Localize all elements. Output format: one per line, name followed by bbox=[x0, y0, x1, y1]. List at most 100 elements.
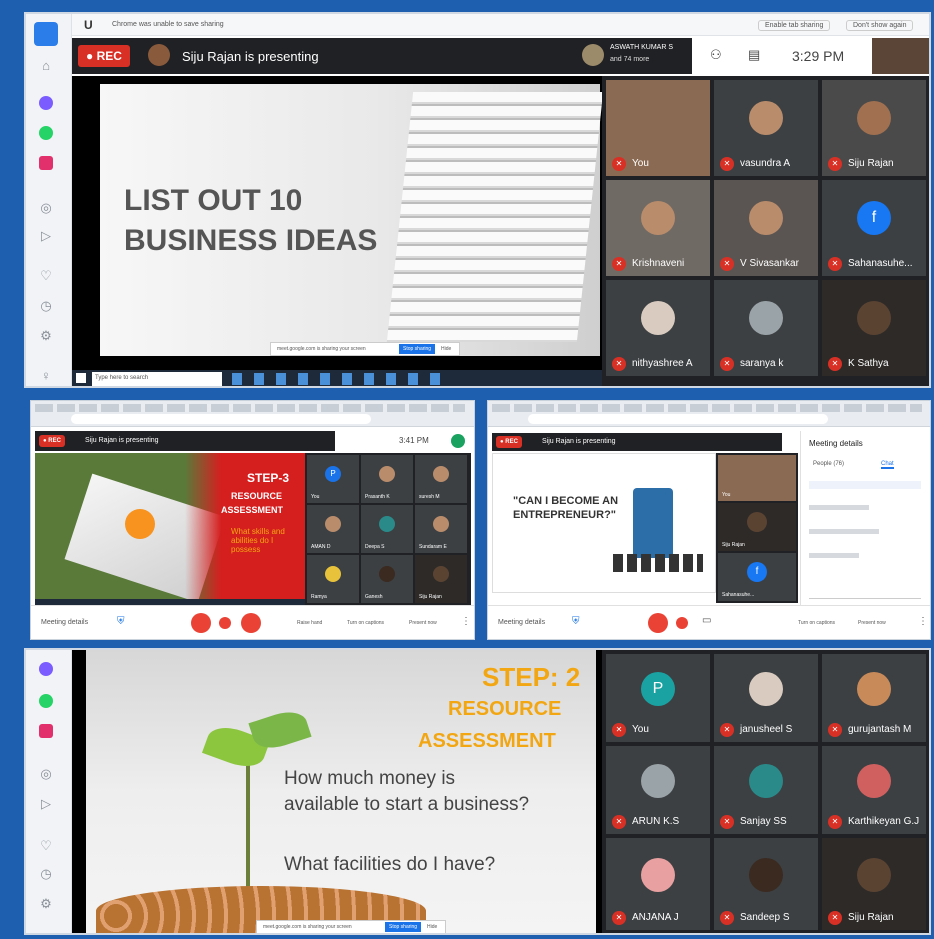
chat-toggle-row bbox=[809, 481, 921, 489]
slide-body: What skills and abilities do I possess bbox=[231, 527, 285, 554]
target-icon[interactable]: ◎ bbox=[38, 200, 54, 216]
mic-off-icon: ✕ bbox=[828, 815, 842, 829]
participant-avatar bbox=[747, 512, 767, 533]
chat-icon[interactable]: ▤ bbox=[748, 47, 760, 63]
mic-off-icon: ✕ bbox=[828, 257, 842, 271]
rec-indicator: ● REC bbox=[496, 436, 522, 448]
whatsapp-icon[interactable] bbox=[39, 126, 53, 140]
address-bar[interactable] bbox=[71, 414, 371, 424]
windows-start-icon[interactable] bbox=[76, 373, 86, 383]
home-icon[interactable]: ⌂ bbox=[38, 58, 54, 74]
participant-tile: f Sahanasuhe... bbox=[718, 553, 796, 601]
sharing-notice-bar: meet.google.com is sharing your screen S… bbox=[256, 920, 446, 933]
participant-tile: ✕ V Sivasankar bbox=[714, 180, 818, 276]
participant-avatar bbox=[749, 101, 783, 136]
taskbar-search[interactable]: Type here to search bbox=[92, 372, 222, 386]
speaker-illustration bbox=[633, 488, 673, 558]
slide-heading: STEP: 2 bbox=[482, 662, 581, 692]
settings-icon[interactable]: ⚙ bbox=[38, 328, 54, 344]
participant-avatar bbox=[749, 857, 783, 892]
slide-canvas: STEP: 2 RESOURCE ASSESSMENT How much mon… bbox=[86, 650, 596, 933]
clock-icon[interactable]: ◷ bbox=[38, 866, 54, 882]
participants-icon[interactable]: ⚇ bbox=[710, 47, 722, 63]
participant-tile: ✕ gurujantash M bbox=[822, 654, 926, 742]
more-options-icon[interactable]: ⋮ bbox=[918, 616, 928, 627]
play-icon[interactable]: ▷ bbox=[38, 228, 54, 244]
meet-logo-icon: U bbox=[84, 18, 93, 32]
meeting-details-button[interactable]: Meeting details bbox=[498, 619, 545, 626]
mic-off-icon: ✕ bbox=[612, 815, 626, 829]
paper-stack-image bbox=[386, 92, 602, 342]
others-name: ASWATH KUMAR S bbox=[610, 44, 674, 51]
participant-avatar bbox=[325, 516, 341, 533]
participant-name: ARUN K.S bbox=[632, 816, 680, 827]
participant-avatar bbox=[857, 672, 891, 707]
shared-slide: LIST OUT 10 BUSINESS IDEAS meet.google.c… bbox=[72, 76, 602, 372]
settings-icon[interactable]: ⚙ bbox=[38, 896, 54, 912]
present-now-button[interactable]: Present now bbox=[409, 620, 437, 626]
presenter-text: Siju Rajan is presenting bbox=[182, 49, 319, 64]
camera-icon[interactable]: ▭ bbox=[702, 615, 711, 626]
participant-tile: Deepa S bbox=[361, 505, 413, 553]
lightbulb-icon[interactable]: ♀ bbox=[38, 368, 54, 384]
heart-icon[interactable]: ♡ bbox=[38, 838, 54, 854]
leave-call-button[interactable] bbox=[676, 617, 688, 629]
mid-left-screenshot: ● REC Siju Rajan is presenting 3:41 PM S… bbox=[30, 400, 475, 640]
slide-title-line2: BUSINESS IDEAS bbox=[124, 224, 378, 257]
address-bar[interactable] bbox=[528, 414, 828, 424]
mic-toggle-button[interactable] bbox=[648, 613, 668, 633]
participant-grid: P You Prasanth K suresh M AMAN D Deepa S … bbox=[305, 453, 471, 607]
mic-off-icon: ✕ bbox=[720, 911, 734, 925]
more-options-icon[interactable]: ⋮ bbox=[461, 616, 471, 627]
participant-avatar bbox=[857, 764, 891, 799]
stop-sharing-button[interactable]: Stop sharing bbox=[399, 344, 436, 354]
participant-avatar bbox=[433, 466, 449, 483]
browser-tabs bbox=[35, 404, 465, 412]
heart-icon[interactable]: ♡ bbox=[38, 268, 54, 284]
participant-avatar bbox=[749, 672, 783, 707]
others-avatar bbox=[582, 44, 604, 66]
captions-button[interactable]: Turn on captions bbox=[798, 620, 835, 626]
enable-tab-sharing-button[interactable]: Enable tab sharing bbox=[758, 20, 831, 31]
participant-name: saranya k bbox=[740, 358, 784, 369]
hide-button[interactable]: Hide bbox=[427, 924, 437, 930]
panel-title: Meeting details bbox=[809, 439, 863, 448]
participant-avatar bbox=[379, 516, 395, 533]
people-tab[interactable]: People (76) bbox=[813, 461, 844, 467]
participant-name: suresh M bbox=[419, 494, 440, 500]
avatar-letter: P bbox=[641, 672, 675, 707]
mic-off-icon: ✕ bbox=[612, 157, 626, 171]
chat-input[interactable] bbox=[809, 591, 921, 599]
windows-taskbar: Type here to search bbox=[72, 370, 602, 386]
play-icon[interactable]: ▷ bbox=[38, 796, 54, 812]
captions-button[interactable]: Turn on captions bbox=[347, 620, 384, 626]
mic-off-icon: ✕ bbox=[720, 157, 734, 171]
app-logo[interactable] bbox=[34, 22, 58, 46]
leave-call-button[interactable] bbox=[219, 617, 231, 629]
hide-button[interactable]: Hide bbox=[441, 346, 451, 352]
stop-sharing-button[interactable]: Stop sharing bbox=[385, 922, 422, 932]
chat-message bbox=[809, 553, 859, 558]
meeting-details-button[interactable]: Meeting details bbox=[41, 619, 88, 626]
participant-tile: f ✕ Sahanasuhe... bbox=[822, 180, 926, 276]
instagram-icon[interactable] bbox=[39, 724, 53, 738]
slide-sub2: ASSESSMENT bbox=[221, 505, 284, 515]
present-now-button[interactable]: Present now bbox=[858, 620, 886, 626]
mic-toggle-button[interactable] bbox=[191, 613, 211, 633]
self-avatar bbox=[451, 434, 465, 448]
whatsapp-icon[interactable] bbox=[39, 694, 53, 708]
browser-tab-bar bbox=[488, 401, 930, 427]
camera-toggle-button[interactable] bbox=[241, 613, 261, 633]
target-icon[interactable]: ◎ bbox=[38, 766, 54, 782]
instagram-icon[interactable] bbox=[39, 156, 53, 170]
others-count: and 74 more bbox=[610, 56, 650, 63]
participant-tile: P ✕ You bbox=[606, 654, 710, 742]
chat-tab[interactable]: Chat bbox=[881, 461, 894, 469]
browser-tab-bar bbox=[31, 401, 474, 427]
participant-tile: ✕ saranya k bbox=[714, 280, 818, 376]
raise-hand-button[interactable]: Raise hand bbox=[297, 620, 322, 626]
dont-show-again-button[interactable]: Don't show again bbox=[846, 20, 914, 31]
messenger-icon[interactable] bbox=[39, 96, 53, 110]
messenger-icon[interactable] bbox=[39, 662, 53, 676]
clock-icon[interactable]: ◷ bbox=[38, 298, 54, 314]
